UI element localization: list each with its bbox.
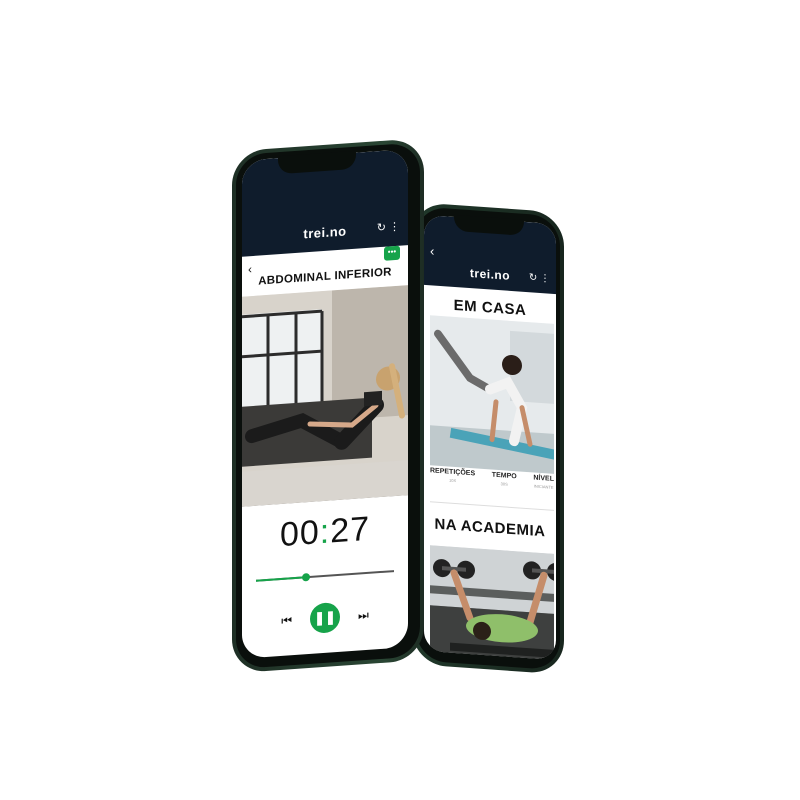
divider [430, 501, 554, 511]
refresh-icon[interactable]: ↻ ⋮ [529, 272, 550, 284]
timer-seconds: 27 [330, 509, 371, 551]
timer-separator: : [319, 512, 331, 552]
chevron-left-icon[interactable]: ‹ [430, 243, 434, 258]
chat-icon[interactable]: ••• [384, 245, 400, 261]
section-title-gym: NA ACADEMIA [434, 515, 546, 541]
exercise-photo [242, 285, 408, 507]
chevron-left-icon[interactable]: ‹ [248, 262, 252, 276]
timer-minutes: 00 [279, 513, 320, 555]
progress-fill [256, 576, 306, 582]
phone-screen: ‹ trei.no ↻ ⋮ EM CASA REPETIÇÕES 10X TEM… [424, 214, 556, 661]
stat-time: TEMPO 30S [491, 471, 517, 487]
stat-repetitions: REPETIÇÕES 10X [430, 467, 476, 484]
phone-screen: trei.no ↻ ⋮ ‹ ••• ABDOMINAL INFERIOR 00:… [242, 149, 408, 659]
home-workout-image [430, 315, 554, 474]
home-workout-photo[interactable] [430, 315, 554, 474]
progress-knob[interactable] [301, 572, 310, 582]
gym-workout-image [430, 545, 554, 661]
playback-controls: ⏮ ❚❚ ⏭ [242, 597, 408, 639]
skip-previous-icon[interactable]: ⏮ [281, 613, 292, 629]
gym-workout-photo[interactable] [430, 545, 554, 661]
refresh-icon[interactable]: ↻ [377, 222, 386, 235]
workout-timer: 00:27 [242, 507, 408, 558]
stat-level: NÍVEL INICIANTE [533, 474, 554, 490]
phone-back: ‹ trei.no ↻ ⋮ EM CASA REPETIÇÕES 10X TEM… [412, 202, 564, 675]
workout-progress-bar[interactable] [256, 570, 394, 582]
exercise-title: ABDOMINAL INFERIOR [258, 266, 392, 288]
exercise-image [242, 285, 408, 507]
phone-front: trei.no ↻ ⋮ ‹ ••• ABDOMINAL INFERIOR 00:… [232, 138, 424, 674]
more-vertical-icon[interactable]: ⋮ [389, 221, 400, 234]
skip-next-icon[interactable]: ⏭ [358, 607, 369, 623]
pause-icon[interactable]: ❚❚ [310, 601, 340, 634]
